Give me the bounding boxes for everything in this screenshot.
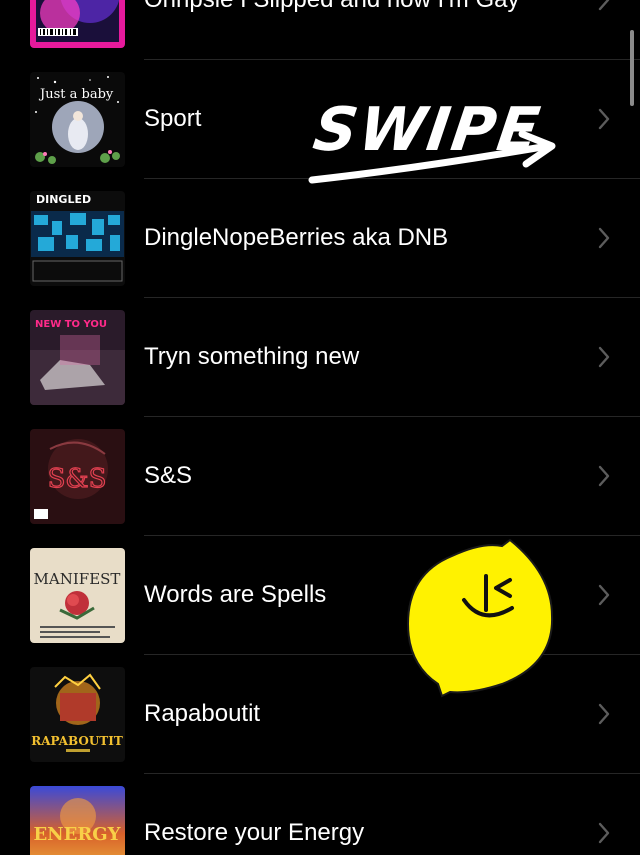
playlist-row[interactable]: Ohnpsie I Slipped and now I'm Gay — [0, 0, 640, 60]
artwork-text: Just a baby — [38, 87, 114, 102]
chevron-right-icon — [598, 108, 610, 130]
playlist-artwork: Just a baby — [30, 72, 125, 167]
scroll-indicator[interactable] — [630, 30, 634, 106]
artwork-text: NEW TO YOU — [35, 319, 107, 330]
playlist-title: Restore your Energy — [144, 819, 365, 846]
playlist-row[interactable]: DINGLED DingleNopeBerries aka DNB — [0, 179, 640, 298]
playlist-title: Rapaboutit — [144, 700, 261, 727]
playlist-artwork: ENERGY — [30, 786, 125, 855]
chevron-right-icon — [598, 346, 610, 368]
playlist-list: Ohnpsie I Slipped and now I'm Gay — [0, 0, 640, 855]
playlist-artwork: DINGLED — [30, 191, 125, 286]
playlist-artwork: RAPABOUTIT — [30, 667, 125, 762]
playlist-artwork: S&S — [30, 429, 125, 524]
playlist-artwork — [30, 0, 125, 48]
artwork-text: ENERGY — [33, 824, 121, 845]
playlist-row[interactable]: NEW TO YOU Tryn something new — [0, 298, 640, 417]
artwork-text: S&S — [48, 464, 107, 494]
playlist-row[interactable]: ENERGY Restore your Energy — [0, 774, 640, 855]
artwork-text: DINGLED — [36, 193, 91, 206]
chevron-right-icon — [598, 227, 610, 249]
playlist-title: DingleNopeBerries aka DNB — [144, 224, 449, 251]
playlist-title: Ohnpsie I Slipped and now I'm Gay — [144, 0, 519, 15]
playlist-artwork: NEW TO YOU — [30, 310, 125, 405]
playlist-row[interactable]: RAPABOUTIT Rapaboutit — [0, 655, 640, 774]
chevron-right-icon — [598, 822, 610, 844]
artwork-text: MANIFEST — [34, 570, 121, 588]
chevron-right-icon — [598, 584, 610, 606]
chevron-right-icon — [598, 703, 610, 725]
playlist-title: Sport — [144, 105, 202, 132]
playlist-title: Words are Spells — [144, 581, 327, 608]
playlist-row[interactable]: S&S S&S — [0, 417, 640, 536]
artwork-text: RAPABOUTIT — [31, 734, 123, 748]
playlist-screen: Ohnpsie I Slipped and now I'm Gay — [0, 0, 640, 855]
playlist-row[interactable]: Just a baby Sport — [0, 60, 640, 179]
chevron-right-icon — [598, 0, 610, 11]
chevron-right-icon — [598, 465, 610, 487]
playlist-title: S&S — [144, 462, 193, 489]
playlist-title: Tryn something new — [144, 343, 360, 370]
playlist-row[interactable]: MANIFEST Words are Spells — [0, 536, 640, 655]
playlist-artwork: MANIFEST — [30, 548, 125, 643]
